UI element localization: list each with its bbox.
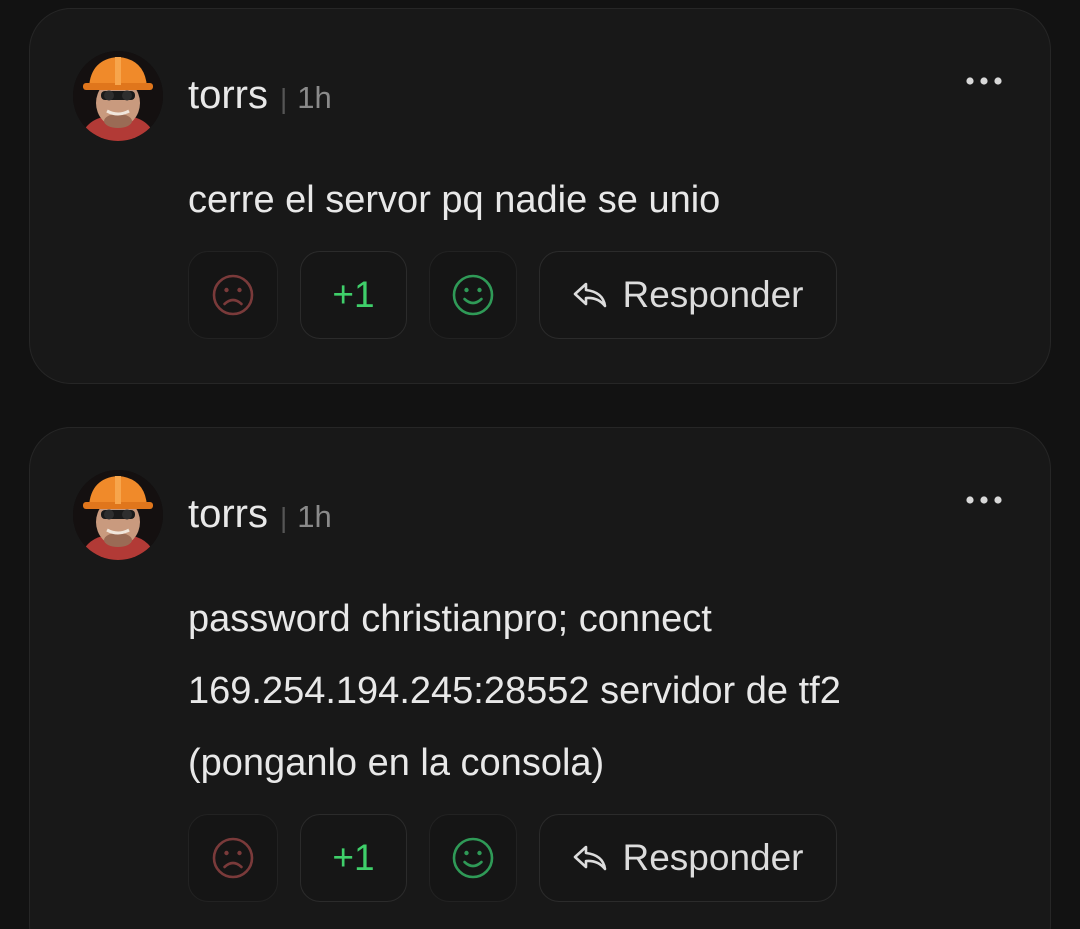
meta-separator: | — [280, 502, 288, 533]
comment-header: torrs | 1h — [188, 492, 332, 536]
upvote-button[interactable] — [429, 814, 517, 902]
comment-body: cerre el servor pq nadie se unio — [188, 164, 1008, 236]
author-name[interactable]: torrs — [188, 73, 268, 118]
comment-text-line: 169.254.194.245:28552 servidor de tf2 — [188, 670, 841, 712]
more-options-button[interactable] — [964, 488, 1004, 512]
upvote-button[interactable] — [429, 251, 517, 339]
score-button[interactable]: +1 — [300, 251, 407, 339]
comment-text-line: password christianpro; connect — [188, 598, 712, 640]
comment-card: torrs | 1h cerre el servor pq nadie se u… — [29, 8, 1051, 384]
comment-header: torrs | 1h — [188, 73, 332, 117]
sad-face-icon — [212, 274, 254, 316]
downvote-button[interactable] — [188, 814, 278, 902]
ellipsis-icon — [966, 77, 1002, 85]
reply-button[interactable]: Responder — [539, 251, 837, 339]
happy-face-icon — [452, 274, 494, 316]
comment-body: password christianpro; connect 169.254.1… — [188, 583, 1008, 799]
comment-text-line: cerre el servor pq nadie se unio — [188, 179, 721, 221]
reply-arrow-icon — [574, 282, 607, 308]
comment-actions: +1 Responder — [188, 814, 837, 904]
score-count: +1 — [332, 274, 375, 315]
comment-feed: torrs | 1h cerre el servor pq nadie se u… — [0, 0, 1080, 929]
engineer-avatar-icon — [73, 470, 163, 560]
more-options-button[interactable] — [964, 69, 1004, 93]
score-button[interactable]: +1 — [300, 814, 407, 902]
comment-actions: +1 Responder — [188, 251, 837, 341]
happy-face-icon — [452, 837, 494, 879]
reply-label: Responder — [622, 837, 804, 878]
reply-button[interactable]: Responder — [539, 814, 837, 902]
downvote-button[interactable] — [188, 251, 278, 339]
ellipsis-icon — [966, 496, 1002, 504]
timestamp: 1h — [297, 499, 332, 534]
avatar[interactable] — [73, 470, 163, 560]
comment-card: torrs | 1h password christianpro; connec… — [29, 427, 1051, 929]
author-name[interactable]: torrs — [188, 492, 268, 537]
meta-separator: | — [280, 83, 288, 114]
reply-arrow-icon — [574, 845, 607, 871]
reply-label: Responder — [622, 274, 804, 315]
sad-face-icon — [212, 837, 254, 879]
avatar[interactable] — [73, 51, 163, 141]
engineer-avatar-icon — [73, 51, 163, 141]
comment-text-line: (ponganlo en la consola) — [188, 742, 605, 784]
timestamp: 1h — [297, 80, 332, 115]
score-count: +1 — [332, 837, 375, 878]
